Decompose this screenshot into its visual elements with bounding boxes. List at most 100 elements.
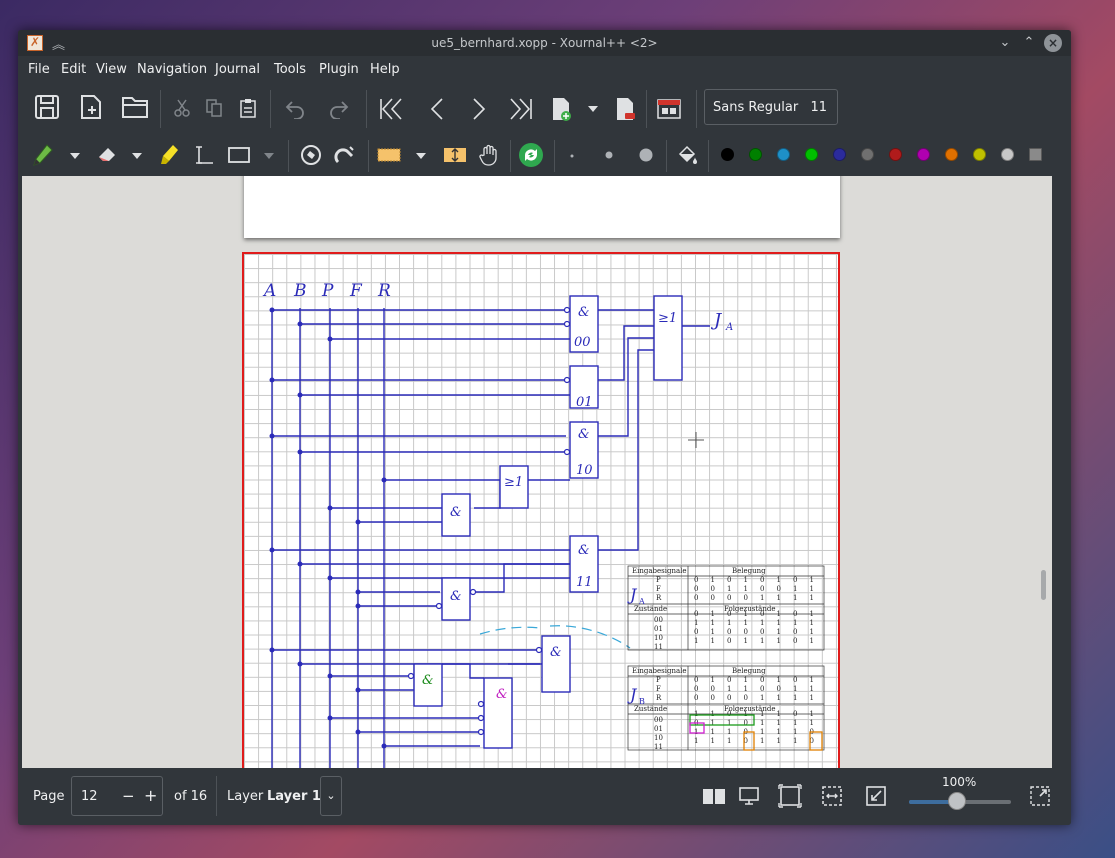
- vertical-space-icon[interactable]: [440, 142, 470, 168]
- color-magenta-button[interactable]: [917, 148, 930, 161]
- select-dropdown-icon[interactable]: [414, 150, 428, 162]
- medium-line-width-icon[interactable]: [602, 148, 616, 162]
- custom-color-button[interactable]: [1029, 148, 1042, 161]
- zoom-fit-page-icon[interactable]: [776, 782, 804, 810]
- menu-view[interactable]: View: [96, 62, 127, 77]
- toolbar-separator: [368, 140, 369, 172]
- table-cell: 1: [711, 710, 715, 718]
- shape-dropdown-icon[interactable]: [262, 150, 276, 162]
- thin-line-width-icon[interactable]: [566, 150, 578, 162]
- table-cell: 1: [810, 637, 814, 645]
- delete-page-icon[interactable]: [612, 94, 638, 124]
- zoom-slider-handle[interactable]: [947, 792, 966, 810]
- gate-and-label: &: [578, 305, 590, 320]
- minimize-button[interactable]: ⌄: [996, 34, 1014, 52]
- table-a-row-label: R: [656, 594, 662, 602]
- table-cell: 1: [760, 710, 764, 718]
- snap-magnet-icon[interactable]: [332, 142, 358, 168]
- presentation-view-icon[interactable]: [736, 784, 762, 808]
- page-current[interactable]: A B P F R & 00 01 & 10 & 11 & & & & & ≥1…: [242, 252, 840, 768]
- menu-tools[interactable]: Tools: [274, 62, 306, 77]
- layer-dropdown-button[interactable]: ⌄: [320, 776, 342, 816]
- color-orange-button[interactable]: [945, 148, 958, 161]
- insert-page-icon[interactable]: [548, 94, 574, 124]
- table-cell: 0: [777, 585, 781, 593]
- page-decrement-button[interactable]: −: [122, 787, 135, 805]
- cut-icon[interactable]: [170, 96, 194, 120]
- maximize-button[interactable]: ⌃: [1020, 34, 1038, 52]
- rectangle-shape-icon[interactable]: [224, 142, 254, 168]
- color-light-green-button[interactable]: [805, 148, 818, 161]
- table-cell: 1: [777, 719, 781, 727]
- menu-file[interactable]: File: [28, 62, 50, 77]
- zoom-fit-width-icon[interactable]: [818, 782, 846, 810]
- vertical-scrollbar[interactable]: [1041, 570, 1046, 600]
- text-tool-icon[interactable]: [192, 142, 218, 168]
- page-increment-button[interactable]: +: [144, 786, 157, 805]
- fill-bucket-icon[interactable]: [674, 142, 700, 168]
- save-icon[interactable]: [32, 92, 62, 122]
- previous-page-icon[interactable]: [422, 94, 452, 124]
- copy-icon[interactable]: [202, 96, 226, 120]
- pen-icon[interactable]: [30, 142, 56, 168]
- thick-line-width-icon[interactable]: [636, 145, 656, 165]
- zoom-in-corner-icon[interactable]: [862, 782, 890, 810]
- or-gate-label: ≥1: [658, 311, 677, 326]
- close-button[interactable]: ×: [1044, 34, 1062, 52]
- undo-icon[interactable]: [282, 96, 308, 122]
- next-page-icon[interactable]: [464, 94, 494, 124]
- page-count-label: of 16: [174, 789, 208, 804]
- pen-dropdown-icon[interactable]: [68, 150, 82, 162]
- paste-icon[interactable]: [236, 96, 260, 120]
- table-cell: 1: [694, 710, 698, 718]
- title-bar[interactable]: ✗ ︽ ue5_bernhard.xopp - Xournal++ <2> ⌄ …: [18, 30, 1071, 56]
- highlighter-icon[interactable]: [156, 142, 182, 168]
- color-light-blue-button[interactable]: [777, 148, 790, 161]
- open-folder-icon[interactable]: [120, 92, 150, 122]
- color-blue-button[interactable]: [833, 148, 846, 161]
- fullscreen-icon[interactable]: [1026, 782, 1054, 810]
- menu-edit[interactable]: Edit: [61, 62, 86, 77]
- first-page-icon[interactable]: [376, 94, 406, 124]
- font-selector-button[interactable]: Sans Regular 11: [704, 89, 838, 125]
- table-cell: 1: [810, 676, 814, 684]
- redo-icon[interactable]: [326, 96, 352, 122]
- hand-tool-icon[interactable]: [476, 142, 502, 168]
- table-cell: 0: [694, 676, 698, 684]
- toolbar-separator: [646, 90, 647, 128]
- page-number-spinbox[interactable]: 12 − +: [71, 776, 163, 816]
- table-cell: 0: [793, 676, 797, 684]
- table-cell: 1: [810, 594, 814, 602]
- insert-page-dropdown-icon[interactable]: [586, 102, 600, 116]
- eraser-dropdown-icon[interactable]: [130, 150, 144, 162]
- new-document-icon[interactable]: [76, 92, 106, 122]
- main-toolbar: [18, 84, 1071, 134]
- color-yellow-button[interactable]: [973, 148, 986, 161]
- eraser-icon[interactable]: [94, 142, 120, 168]
- menu-navigation[interactable]: Navigation: [137, 62, 207, 77]
- color-gray-button[interactable]: [861, 148, 874, 161]
- color-white-button[interactable]: [1001, 148, 1014, 161]
- page-previous[interactable]: [244, 176, 840, 238]
- document-workspace[interactable]: A B P F R & 00 01 & 10 & 11 & & & & & ≥1…: [22, 176, 1052, 768]
- table-a-header-left: Eingabesignale: [632, 567, 687, 575]
- table-cell: 1: [810, 585, 814, 593]
- page-number-input[interactable]: 12: [81, 789, 98, 804]
- table-cell: 1: [793, 594, 797, 602]
- color-green-button[interactable]: [749, 148, 762, 161]
- shape-recognizer-icon[interactable]: [298, 142, 324, 168]
- select-rectangle-icon[interactable]: [374, 142, 404, 168]
- presentation-mode-icon[interactable]: [654, 94, 684, 124]
- layer-value[interactable]: Layer 1: [267, 789, 321, 804]
- color-black-button[interactable]: [721, 148, 734, 161]
- menu-journal[interactable]: Journal: [215, 62, 260, 77]
- sync-refresh-icon[interactable]: [516, 140, 546, 170]
- last-page-icon[interactable]: [506, 94, 536, 124]
- color-red-button[interactable]: [889, 148, 902, 161]
- table-b-header-right: Belegung: [732, 667, 766, 675]
- menu-plugin[interactable]: Plugin: [319, 62, 359, 77]
- output-ja-label: J: [710, 310, 723, 331]
- dual-page-view-icon[interactable]: [700, 784, 728, 808]
- menu-help[interactable]: Help: [370, 62, 400, 77]
- toolbar-separator: [366, 90, 367, 128]
